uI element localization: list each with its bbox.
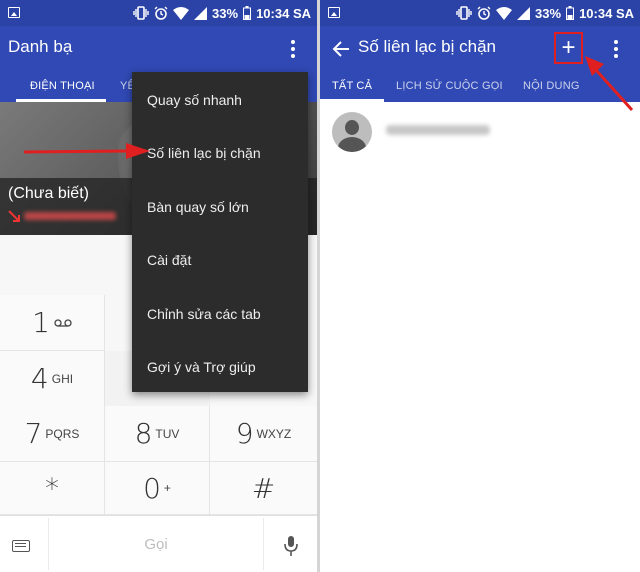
list-item[interactable] <box>320 102 640 158</box>
dial-key-7[interactable]: 7 PQRS <box>0 406 105 462</box>
battery-percent: 33% <box>212 5 239 21</box>
page-title: Số liên lạc bị chặn <box>358 37 496 56</box>
avatar <box>332 112 372 152</box>
dial-key-9[interactable]: 9 WXYZ <box>210 406 317 462</box>
missed-call-icon <box>8 210 20 222</box>
vibrate-icon <box>456 6 472 20</box>
dial-key-0[interactable]: 0 + <box>105 462 210 515</box>
vibrate-icon <box>133 6 149 20</box>
keyboard-icon[interactable] <box>12 540 30 552</box>
more-options-icon[interactable] <box>291 40 295 58</box>
battery-icon <box>243 6 252 20</box>
dial-key-1[interactable]: 1 <box>0 295 105 351</box>
app-bar: Danh bạ <box>0 26 317 72</box>
tab-call-history[interactable]: LỊCH SỬ CUỘC GỌI <box>396 80 503 92</box>
blocked-number-blurred <box>386 125 490 135</box>
clock: 10:34 SA <box>579 5 634 21</box>
caller-name: (Chưa biết) <box>8 185 89 202</box>
tab-content[interactable]: NỘI DUNG <box>523 80 580 92</box>
battery-percent: 33% <box>535 5 562 21</box>
wifi-icon <box>496 6 513 20</box>
dial-key-4[interactable]: 4 GHI <box>0 351 105 407</box>
status-bar: 33% 10:34 SA <box>320 0 640 26</box>
menu-item-speed-dial[interactable]: Quay số nhanh <box>147 92 242 108</box>
tab-all[interactable]: TẤT CẢ <box>332 80 372 92</box>
menu-item-large-dialpad[interactable]: Bàn quay số lớn <box>147 199 249 215</box>
clock: 10:34 SA <box>256 5 311 21</box>
menu-item-settings[interactable]: Cài đặt <box>147 252 191 268</box>
dial-key-8[interactable]: 8 TUV <box>105 406 210 462</box>
call-button[interactable]: Gọi <box>48 518 264 570</box>
image-notification-icon <box>8 7 20 18</box>
status-bar: 33% 10:34 SA <box>0 0 317 26</box>
caller-number-blurred <box>24 212 116 220</box>
alarm-icon <box>477 6 491 20</box>
menu-item-blocked-numbers[interactable]: Số liên lạc bị chặn <box>147 145 261 161</box>
image-notification-icon <box>328 7 340 18</box>
alarm-icon <box>154 6 168 20</box>
add-blocked-number-button[interactable]: + <box>554 32 583 64</box>
microphone-icon[interactable] <box>283 535 299 557</box>
dial-key-hash[interactable]: # <box>210 462 317 515</box>
wifi-icon <box>173 6 190 20</box>
overflow-menu: Quay số nhanh Số liên lạc bị chặn Bàn qu… <box>132 72 308 392</box>
signal-icon <box>194 6 208 20</box>
tab-bar: TẤT CẢ LỊCH SỬ CUỘC GỌI NỘI DUNG <box>320 72 640 102</box>
back-arrow-icon[interactable] <box>332 40 350 58</box>
phone-app-screen: 33% 10:34 SA Danh bạ I ĐIỆN THOẠI YÊ (Ch… <box>0 0 317 572</box>
tab-phone[interactable]: ĐIỆN THOẠI <box>30 80 95 92</box>
blocked-numbers-screen: 33% 10:34 SA Số liên lạc bị chặn + TẤT C… <box>320 0 640 572</box>
menu-item-edit-tabs[interactable]: Chỉnh sửa các tab <box>147 306 261 322</box>
more-options-icon[interactable] <box>614 40 618 58</box>
signal-icon <box>517 6 531 20</box>
page-title: Danh bạ <box>8 37 73 56</box>
menu-item-help[interactable]: Gợi ý và Trợ giúp <box>147 359 256 375</box>
voicemail-icon <box>54 318 72 327</box>
dial-key-star[interactable]: * <box>0 462 105 515</box>
app-bar: Số liên lạc bị chặn + <box>320 26 640 72</box>
battery-icon <box>566 6 575 20</box>
caller-detail <box>8 210 116 222</box>
